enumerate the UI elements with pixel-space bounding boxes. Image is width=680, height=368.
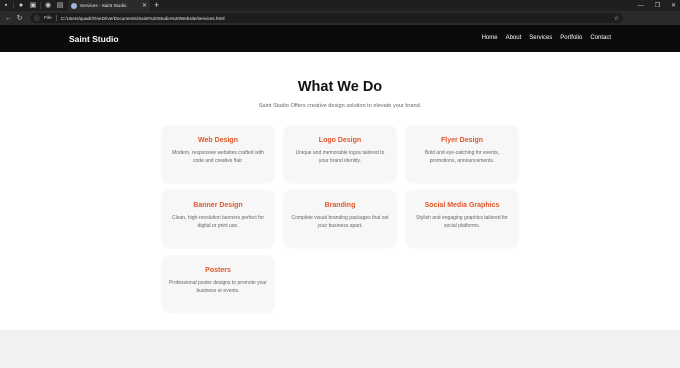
nav-link-home[interactable]: Home	[482, 35, 498, 41]
site-nav: Home About Services Portfolio Contact	[482, 35, 611, 41]
tab-favicon-icon[interactable]: ◉	[42, 0, 54, 11]
url-field[interactable]: ⓘ File C:/Users/quadr/OneDrive/Documents…	[30, 13, 623, 23]
service-title: Posters	[205, 267, 231, 274]
active-tab[interactable]: Services - Saint Studio ✕	[68, 0, 150, 11]
page-footer	[0, 330, 680, 368]
close-window-icon[interactable]: ✕	[671, 2, 676, 9]
favorite-star-icon[interactable]: ☆	[614, 15, 619, 22]
service-title: Web Design	[198, 137, 238, 144]
url-text: C:/Users/quadr/OneDrive/Documents/Saint%…	[60, 15, 225, 21]
tab-title: Services - Saint Studio	[80, 3, 127, 8]
section-subtitle: Saint Studio Offers creative design solu…	[258, 103, 422, 109]
divider	[55, 15, 57, 21]
reload-icon[interactable]: ↻	[14, 11, 25, 25]
web-page: Saint Studio Home About Services Portfol…	[0, 25, 680, 368]
service-title: Branding	[324, 202, 356, 209]
service-description: Unique and memorable logos tailored to y…	[295, 150, 385, 164]
window-controls: — ❐ ✕	[638, 0, 676, 11]
service-card-flyer-design[interactable]: Flyer Design Bold and eye-catching for e…	[406, 125, 518, 182]
close-tab-icon[interactable]: ✕	[142, 2, 147, 9]
service-title: Social Media Graphics	[424, 202, 500, 209]
nav-link-about[interactable]: About	[506, 35, 522, 41]
tab-favicon-icon[interactable]: ▣	[27, 0, 39, 11]
service-title: Flyer Design	[440, 137, 483, 144]
site-logo[interactable]: Saint Studio	[69, 34, 119, 44]
site-header: Saint Studio Home About Services Portfol…	[0, 25, 680, 67]
service-card-posters[interactable]: Posters Professional poster designs to p…	[162, 255, 274, 312]
info-icon[interactable]: ⓘ	[34, 13, 40, 23]
service-card-web-design[interactable]: Web Design Modern, responsive websites c…	[162, 125, 274, 182]
service-title: Logo Design	[318, 137, 362, 144]
services-section: What We Do Saint Studio Offers creative …	[0, 52, 680, 357]
new-tab-icon[interactable]: +	[154, 1, 159, 10]
service-description: Stylish and engaging graphics tailored f…	[416, 215, 508, 229]
service-card-banner-design[interactable]: Banner Design Clean, high-resolution ban…	[162, 190, 274, 247]
browser-menu-icon[interactable]: ▪	[0, 0, 12, 11]
service-title: Banner Design	[193, 202, 243, 209]
back-icon[interactable]: ←	[3, 11, 14, 25]
service-description: Bold and eye-catching for events, promot…	[424, 150, 500, 164]
url-scheme-label: File	[44, 15, 52, 21]
tab-favicon-icon[interactable]: ▤	[54, 0, 66, 11]
service-description: Complete visual branding packages that s…	[291, 215, 389, 229]
service-card-logo-design[interactable]: Logo Design Unique and memorable logos t…	[284, 125, 396, 182]
service-description: Modern, responsive websites crafted with…	[172, 150, 264, 164]
nav-link-services[interactable]: Services	[529, 35, 552, 41]
service-card-branding[interactable]: Branding Complete visual branding packag…	[284, 190, 396, 247]
section-title: What We Do	[297, 79, 383, 95]
service-description: Professional poster designs to promote y…	[169, 280, 267, 294]
restore-icon[interactable]: ❐	[655, 2, 660, 9]
divider	[40, 2, 41, 9]
divider	[13, 2, 14, 9]
browser-tab-bar: ▪ ● ▣ ◉ ▤ Services - Saint Studio ✕ + — …	[0, 0, 680, 11]
nav-link-contact[interactable]: Contact	[590, 35, 611, 41]
address-bar-row: ← ↻ ⓘ File C:/Users/quadr/OneDrive/Docum…	[0, 11, 680, 33]
nav-link-portfolio[interactable]: Portfolio	[560, 35, 582, 41]
service-card-social-media-graphics[interactable]: Social Media Graphics Stylish and engagi…	[406, 190, 518, 247]
minimize-icon[interactable]: —	[638, 3, 644, 9]
globe-icon	[71, 2, 77, 9]
service-description: Clean, high-resolution banners perfect f…	[172, 215, 264, 229]
tab-favicon-icon[interactable]: ●	[15, 0, 27, 11]
